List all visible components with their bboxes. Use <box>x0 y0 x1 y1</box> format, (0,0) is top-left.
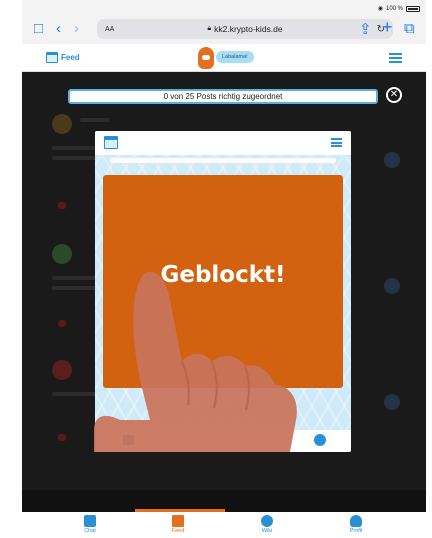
feed-section-link[interactable]: Feed <box>46 52 80 63</box>
wiki-icon <box>261 515 273 527</box>
address-bar[interactable]: AA 🔒︎ kk2.krypto-kids.de ↻ <box>97 19 393 39</box>
nav-label-profil: Profil <box>349 528 363 534</box>
share-icon[interactable]: ⇪ <box>359 20 372 38</box>
menu-icon <box>331 138 342 147</box>
dimmed-avatar <box>52 360 72 380</box>
battery-icon <box>406 5 420 12</box>
profile-icon <box>350 515 362 527</box>
nav-label-wiki: Wiki <box>261 528 273 534</box>
dimmed-avatar <box>52 114 72 134</box>
nav-item-feed[interactable]: Feed <box>158 515 198 534</box>
nav-item-chat[interactable]: Chat <box>70 515 110 534</box>
forward-icon[interactable]: › <box>74 20 79 37</box>
post-sort-modal: Geblockt! <box>95 131 351 452</box>
wifi-icon: ◉ <box>377 6 383 12</box>
dimmed-heart-icon <box>58 434 66 441</box>
dimmed-avatar <box>52 244 72 264</box>
feed-section-label: Feed <box>61 53 80 62</box>
nav-item-profil[interactable]: Profil <box>336 515 376 534</box>
progress-counter: 0 von 25 Posts richtig zugeordnet <box>68 89 378 104</box>
new-tab-icon[interactable]: + <box>382 17 393 38</box>
chat-icon <box>84 515 96 527</box>
nav-label-chat: Chat <box>84 528 96 534</box>
lock-icon: 🔒︎ <box>207 25 212 32</box>
sidebar-icon[interactable]: □ <box>34 20 43 37</box>
browser-toolbar: □ ‹ › AA 🔒︎ kk2.krypto-kids.de ↻ ⇪ + ⧉ <box>22 14 426 44</box>
back-icon[interactable]: ‹ <box>56 20 61 37</box>
calendar-icon <box>104 136 118 149</box>
profile-icon <box>314 434 326 446</box>
feed-icon <box>172 515 184 527</box>
mascot-avatar[interactable] <box>198 47 214 69</box>
nav-label-feed: Feed <box>171 528 185 534</box>
modal-header <box>95 131 351 155</box>
app-header: Feed Labalama! <box>22 44 426 72</box>
bottom-navigation: Chat Feed Wiki Profil <box>22 512 426 538</box>
dimmed-heart-icon <box>58 202 66 209</box>
close-icon[interactable]: ✕ <box>386 87 402 103</box>
nav-item-wiki[interactable]: Wiki <box>247 515 287 534</box>
calendar-icon <box>123 435 134 445</box>
calendar-icon <box>46 52 58 63</box>
battery-label: 100 % <box>385 5 403 12</box>
blocked-label: Geblockt! <box>160 261 286 288</box>
dimmed-heart-icon <box>58 320 66 327</box>
tabs-icon[interactable]: ⧉ <box>404 20 415 37</box>
text-size-button[interactable]: AA <box>105 26 114 33</box>
modal-footer <box>95 430 351 452</box>
url-text: kk2.krypto-kids.de <box>214 24 283 34</box>
blocked-post-card[interactable]: Geblockt! <box>103 175 343 388</box>
mascot-name-badge: Labalama! <box>216 51 254 63</box>
modal-search-bar <box>110 158 336 163</box>
menu-icon[interactable] <box>389 53 402 63</box>
